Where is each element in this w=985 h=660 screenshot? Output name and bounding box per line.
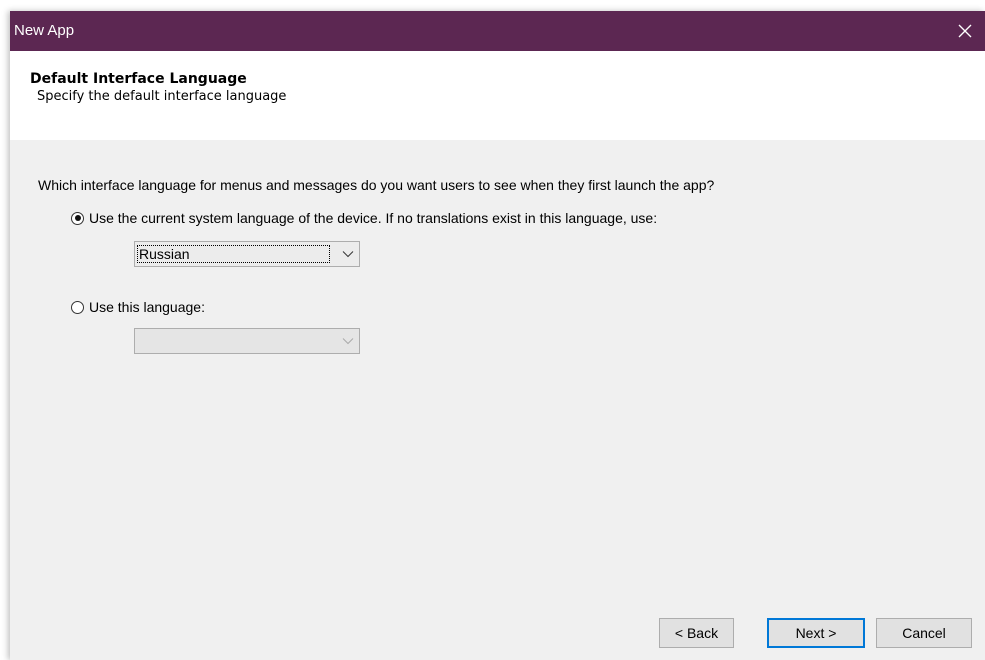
page-subtitle: Specify the default interface language [37, 89, 287, 104]
fallback-language-select[interactable]: Russian [134, 241, 360, 267]
radio-use-system-language[interactable]: Use the current system language of the d… [71, 208, 657, 228]
new-app-dialog: New App Default Interface Language Speci… [10, 11, 985, 660]
radio-use-this-language[interactable]: Use this language: [71, 297, 205, 317]
cancel-button[interactable]: Cancel [876, 618, 972, 648]
back-button[interactable]: < Back [659, 618, 734, 648]
chevron-down-icon [342, 251, 354, 258]
question-text: Which interface language for menus and m… [38, 177, 715, 193]
next-button[interactable]: Next > [767, 618, 865, 648]
chevron-down-icon [342, 338, 354, 345]
page-title: Default Interface Language [30, 71, 247, 87]
window-title: New App [14, 22, 75, 39]
wizard-header: Default Interface Language Specify the d… [10, 51, 985, 140]
radio-button-unchecked[interactable] [71, 300, 84, 314]
close-icon [958, 24, 972, 38]
fallback-language-value: Russian [137, 245, 330, 263]
radio-label-this-language: Use this language: [89, 299, 205, 315]
language-select-disabled[interactable] [134, 328, 360, 354]
title-bar: New App [10, 11, 985, 51]
radio-label-system-language: Use the current system language of the d… [89, 210, 658, 226]
radio-button-checked[interactable] [71, 211, 84, 225]
close-button[interactable] [945, 11, 985, 51]
